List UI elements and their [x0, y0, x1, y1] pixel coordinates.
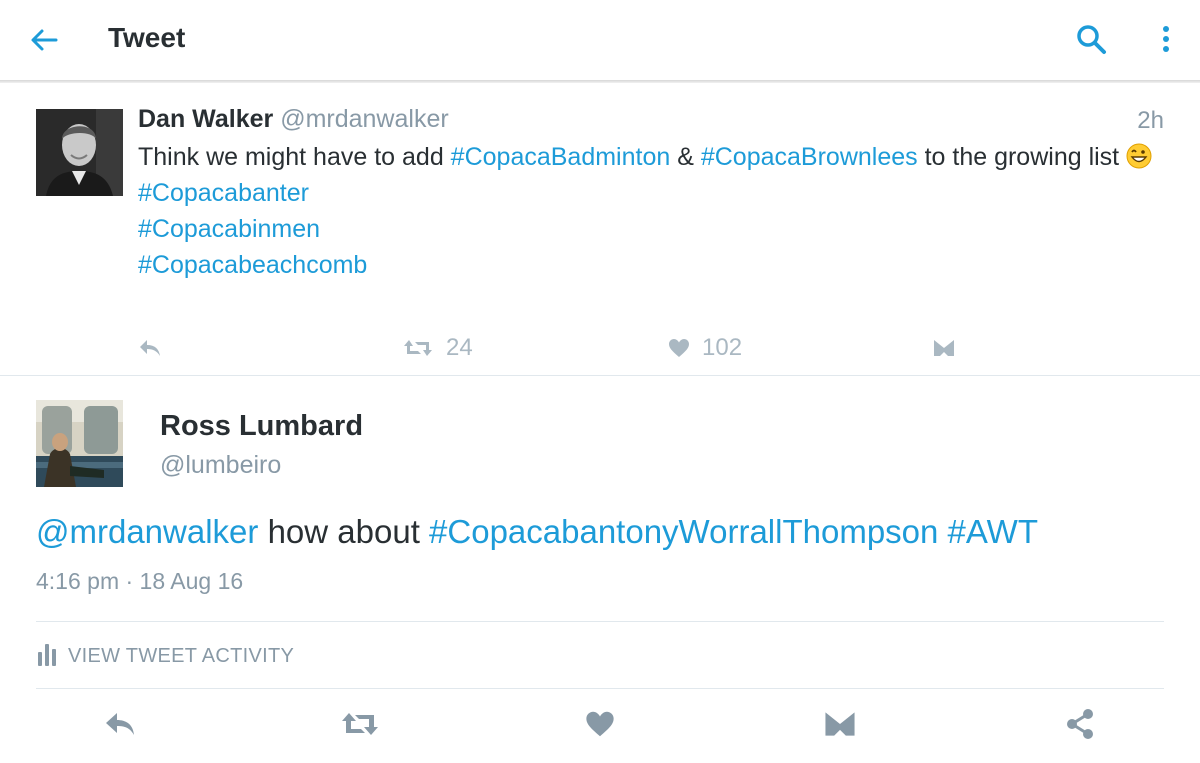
divider	[36, 688, 1164, 689]
hashtag-link[interactable]: #CopacaBrownlees	[701, 143, 918, 171]
mention-link[interactable]: @mrdanwalker	[36, 513, 258, 550]
grinning-emoji-icon	[1126, 143, 1152, 169]
hashtag-link[interactable]: #AWT	[948, 513, 1038, 550]
like-count: 102	[702, 334, 743, 361]
hashtag-link[interactable]: #CopacaBadminton	[451, 143, 671, 171]
parent-tweet-header: Dan Walker @mrdanwalker	[138, 105, 449, 134]
reply-button[interactable]	[100, 708, 140, 744]
hashtag-link[interactable]: #Copacabanter	[138, 179, 309, 207]
retweet-icon	[402, 337, 434, 359]
avatar[interactable]	[36, 109, 123, 196]
tweet-timestamp: 4:16 pm · 18 Aug 16	[36, 568, 244, 594]
view-tweet-activity-button[interactable]: VIEW TWEET ACTIVITY	[36, 643, 294, 669]
arrow-left-icon[interactable]	[28, 24, 60, 56]
envelope-icon	[824, 709, 856, 744]
share-icon	[1065, 708, 1095, 745]
parent-tweet-actions: 24 102	[0, 333, 1200, 363]
more-vertical-icon[interactable]	[1152, 22, 1180, 56]
share-button[interactable]	[1060, 708, 1100, 744]
divider	[36, 621, 1164, 622]
avatar[interactable]	[36, 400, 123, 487]
like-button[interactable]	[580, 708, 620, 744]
text-segment: Think we might have to add	[138, 143, 451, 171]
direct-message-button[interactable]	[933, 333, 955, 363]
author-handle[interactable]: @mrdanwalker	[280, 105, 448, 133]
text-segment: how about	[258, 513, 430, 550]
hashtag-link[interactable]: #CopacabantonyWorrallThompson	[429, 513, 938, 550]
tweet-text: Think we might have to add #CopacaBadmin…	[138, 139, 1168, 283]
hashtag-link[interactable]: #Copacabinmen	[138, 215, 320, 243]
search-icon[interactable]	[1074, 22, 1108, 56]
heart-icon	[668, 338, 690, 358]
envelope-icon	[933, 338, 955, 358]
retweet-button[interactable]: 24	[402, 333, 473, 363]
reply-icon	[103, 709, 137, 744]
direct-message-button[interactable]	[820, 708, 860, 744]
hashtag-link[interactable]: #Copacabeachcomb	[138, 251, 367, 279]
page-title: Tweet	[108, 22, 186, 53]
like-button[interactable]: 102	[668, 333, 742, 363]
retweet-button[interactable]	[340, 708, 380, 744]
text-segment: to the growing list	[917, 143, 1127, 171]
bar-chart-icon	[36, 642, 60, 671]
view-tweet-activity-label: VIEW TWEET ACTIVITY	[68, 644, 295, 667]
retweet-icon	[340, 709, 380, 744]
heart-icon	[585, 710, 615, 743]
reply-icon	[137, 337, 163, 359]
tweet-text: @mrdanwalker how about #CopacabantonyWor…	[36, 513, 1038, 551]
tweet-actions	[0, 708, 1200, 744]
top-bar: Tweet	[0, 0, 1200, 80]
divider	[0, 375, 1200, 376]
retweet-count: 24	[446, 334, 473, 361]
text-segment: &	[670, 143, 701, 171]
author-name[interactable]: Ross Lumbard	[160, 410, 363, 443]
author-name[interactable]: Dan Walker	[138, 105, 273, 133]
tweet-time: 2h	[1137, 107, 1164, 134]
parent-tweet[interactable]: Dan Walker @mrdanwalker 2h Think we migh…	[0, 83, 1200, 375]
reply-button[interactable]	[137, 333, 163, 363]
author-handle[interactable]: @lumbeiro	[160, 451, 281, 480]
